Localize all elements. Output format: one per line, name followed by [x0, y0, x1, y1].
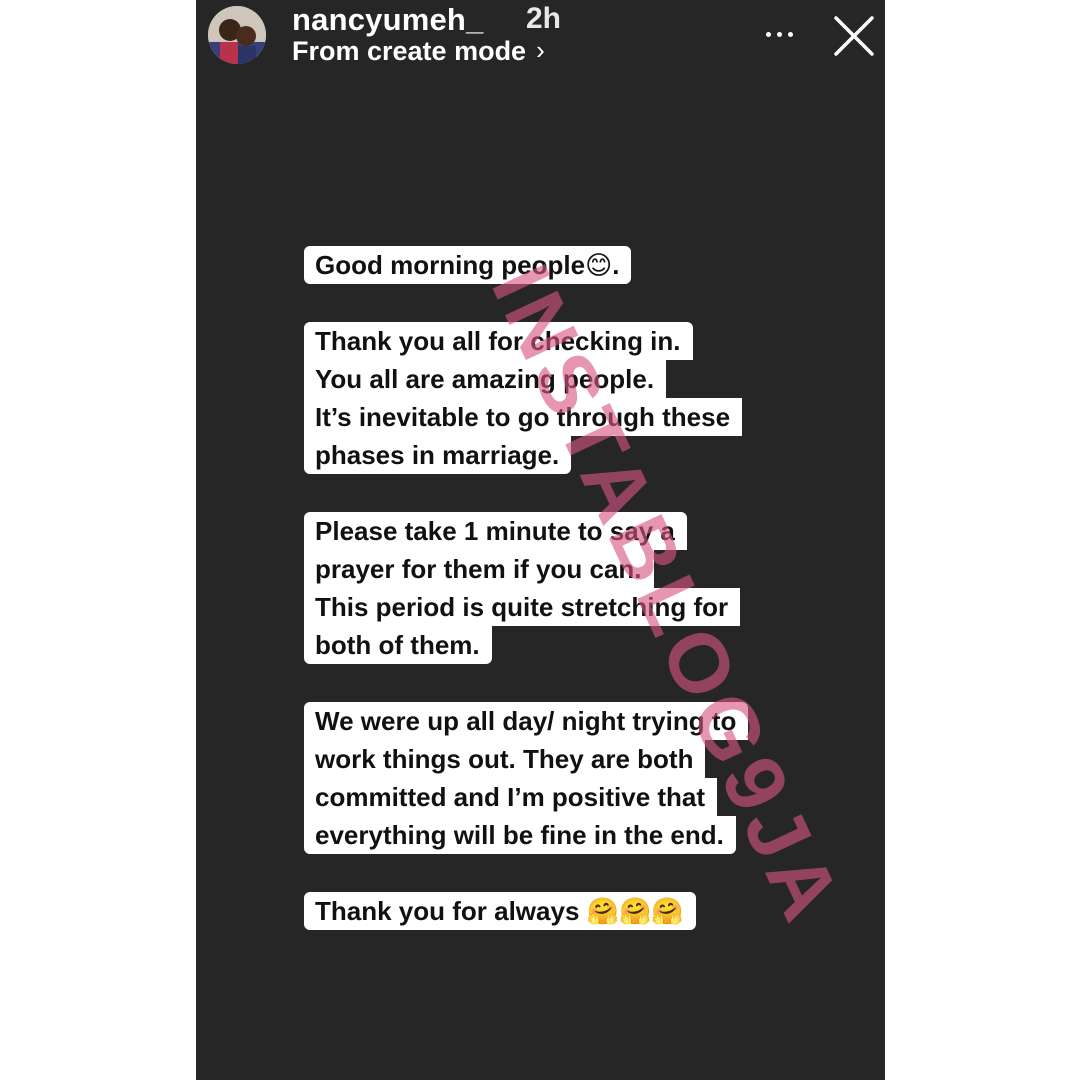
- more-horizontal-icon: [787, 31, 793, 37]
- story-paragraph: Thank you all for checking in. You all a…: [304, 322, 743, 474]
- story-text-line: It’s inevitable to go through these: [304, 398, 743, 436]
- story-text-line: prayer for them if you can.: [304, 550, 654, 588]
- story-text-line: both of them.: [304, 626, 492, 664]
- story-text-line: everything will be fine in the end.: [304, 816, 736, 854]
- story-text-line: Thank you all for checking in.: [304, 322, 693, 360]
- story-paragraph: Thank you for always 🤗🤗🤗: [304, 892, 696, 930]
- story-text-line: Thank you for always 🤗🤗🤗: [304, 892, 696, 930]
- story-paragraph: Good morning people😊.: [304, 246, 632, 284]
- story-text-line: We were up all day/ night trying to: [304, 702, 749, 740]
- avatar[interactable]: [208, 6, 266, 64]
- story-text-line: committed and I’m positive that: [304, 778, 718, 816]
- close-button[interactable]: [832, 14, 876, 58]
- more-options-button[interactable]: [756, 14, 802, 54]
- more-horizontal-icon: [765, 31, 771, 37]
- story-viewer[interactable]: nancyumeh_ 2h From create mode › Good mo…: [196, 0, 885, 1080]
- more-horizontal-icon: [776, 31, 782, 37]
- story-text-line: Please take 1 minute to say a: [304, 512, 687, 550]
- chevron-right-icon: ›: [536, 35, 545, 65]
- story-paragraph: We were up all day/ night trying to work…: [304, 702, 749, 854]
- story-paragraph: Please take 1 minute to say a prayer for…: [304, 512, 741, 664]
- username[interactable]: nancyumeh_: [292, 2, 484, 38]
- story-text-line: This period is quite stretching for: [304, 588, 741, 626]
- subtitle-label: From create mode: [292, 36, 527, 66]
- close-icon: [834, 16, 874, 56]
- story-header: nancyumeh_ 2h From create mode ›: [196, 0, 885, 80]
- story-text-line: You all are amazing people.: [304, 360, 667, 398]
- time-ago: 2h: [526, 2, 562, 35]
- story-text-line: phases in marriage.: [304, 436, 572, 474]
- story-text-line: work things out. They are both: [304, 740, 706, 778]
- story-text-line: Good morning people😊.: [304, 246, 632, 284]
- create-mode-link[interactable]: From create mode ›: [292, 35, 545, 67]
